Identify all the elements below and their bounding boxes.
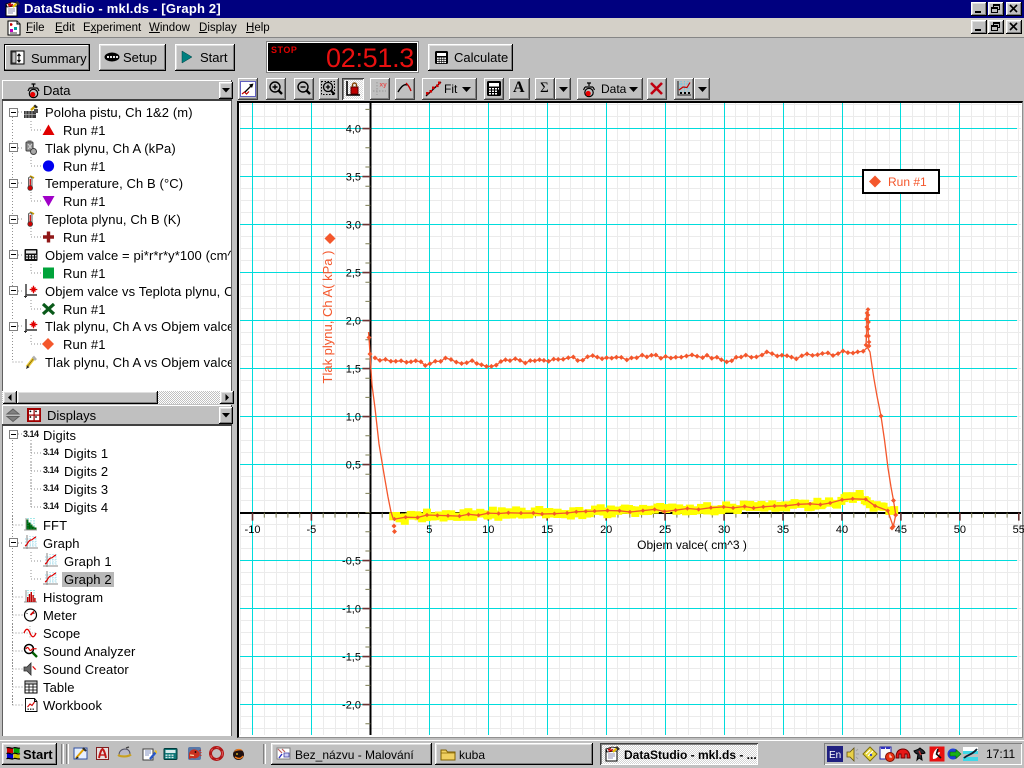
svg-text:20: 20 — [600, 524, 612, 536]
svg-text:-1,5: -1,5 — [342, 652, 361, 664]
svg-text:50: 50 — [954, 524, 966, 536]
svg-text:3.14: 3.14 — [43, 483, 59, 493]
svg-text:3.14: 3.14 — [43, 501, 59, 511]
svg-text:3,0: 3,0 — [346, 220, 361, 232]
svg-text:3.14: 3.14 — [23, 429, 39, 439]
svg-text:0,5: 0,5 — [346, 460, 361, 472]
svg-text:-5: -5 — [307, 524, 317, 536]
svg-text:-1,0: -1,0 — [342, 604, 361, 616]
svg-text:30: 30 — [718, 524, 730, 536]
svg-text:1,5: 1,5 — [346, 364, 361, 376]
svg-text:3.14: 3.14 — [43, 447, 59, 457]
svg-text:15: 15 — [541, 524, 553, 536]
svg-text:Tlak plynu, Ch A( kPa ): Tlak plynu, Ch A( kPa ) — [320, 251, 335, 384]
svg-text:40: 40 — [836, 524, 848, 536]
svg-text:Objem valce( cm^3 ): Objem valce( cm^3 ) — [637, 538, 747, 552]
svg-text:55: 55 — [1013, 524, 1024, 536]
svg-text:5: 5 — [426, 524, 432, 536]
svg-text:25: 25 — [659, 524, 671, 536]
svg-text:En: En — [829, 750, 841, 761]
svg-text:-0,5: -0,5 — [342, 556, 361, 568]
svg-text:xy: xy — [380, 82, 388, 89]
svg-text:2,0: 2,0 — [346, 316, 361, 328]
svg-text:35: 35 — [777, 524, 789, 536]
svg-text:10: 10 — [482, 524, 494, 536]
svg-text:3,5: 3,5 — [346, 172, 361, 184]
svg-text:Run #1: Run #1 — [888, 175, 927, 189]
svg-text:1,0: 1,0 — [346, 412, 361, 424]
svg-text:4,0: 4,0 — [346, 124, 361, 136]
svg-text:-2,0: -2,0 — [342, 700, 361, 712]
svg-text:3.14: 3.14 — [43, 465, 59, 475]
svg-text:2,5: 2,5 — [346, 268, 361, 280]
svg-text:45: 45 — [895, 524, 907, 536]
svg-text:-10: -10 — [245, 524, 261, 536]
